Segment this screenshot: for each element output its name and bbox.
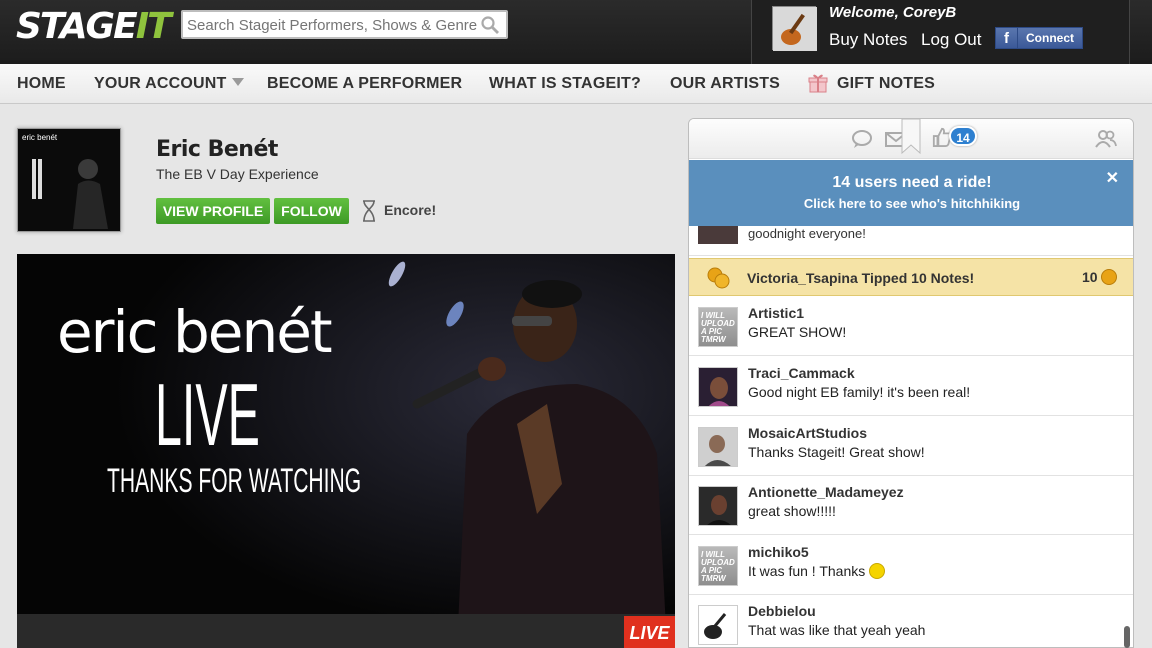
chat-message-text: Good night EB family! it's been real!: [748, 384, 971, 400]
chat-message-text: great show!!!!!: [748, 503, 836, 519]
chat-message-text: goodnight everyone!: [748, 226, 866, 241]
chat-message: Antionette_Madameyez great show!!!!!: [689, 476, 1133, 535]
user-panel: Welcome, CoreyB Buy Notes Log Out f Conn…: [751, 0, 1130, 64]
main-nav: HOME YOUR ACCOUNT BECOME A PERFORMER WHA…: [0, 64, 1152, 104]
chat-tabs: 14: [689, 119, 1133, 159]
avatar[interactable]: [698, 367, 738, 407]
search-box[interactable]: [181, 10, 508, 39]
facebook-icon: f: [996, 28, 1018, 48]
video-live-text: LIVE: [155, 365, 260, 464]
search-input[interactable]: [187, 15, 477, 35]
chat-message: I WILL UPLOAD A PIC TMRW michiko5 It was…: [689, 536, 1133, 595]
chevron-down-icon: [232, 78, 245, 86]
tip-amount: 10: [1082, 269, 1098, 285]
chat-scrollbar[interactable]: [1124, 626, 1130, 648]
users-icon[interactable]: [1095, 129, 1117, 149]
video-control-bar[interactable]: [17, 614, 675, 648]
show-title: The EB V Day Experience: [156, 166, 319, 182]
chat-message: Debbielou That was like that yeah yeah: [689, 595, 1133, 647]
chat-username[interactable]: MosaicArtStudios: [748, 425, 867, 441]
buy-notes-link[interactable]: Buy Notes: [829, 30, 907, 50]
banner-title: 14 users need a ride!: [832, 174, 992, 191]
chat-message-text: GREAT SHOW!: [748, 324, 847, 340]
chat-username[interactable]: michiko5: [748, 544, 809, 560]
performer-name: Eric Benét: [156, 137, 278, 162]
album-art[interactable]: eric benét: [17, 128, 121, 232]
gift-icon[interactable]: [808, 73, 828, 93]
chat-message: Traci_Cammack Good night EB family! it's…: [689, 357, 1133, 416]
coins-icon: [707, 267, 730, 289]
nav-home[interactable]: HOME: [17, 75, 66, 93]
nav-what-is-stageit[interactable]: WHAT IS STAGEIT?: [489, 75, 641, 93]
nav-become-performer[interactable]: BECOME A PERFORMER: [267, 75, 462, 93]
user-photo: [699, 368, 737, 406]
video-player[interactable]: eric benét LIVE THANKS FOR WATCHING LIVE: [17, 254, 675, 648]
chat-message-text: It was fun ! Thanks: [748, 563, 886, 579]
video-thanks-text: THANKS FOR WATCHING: [107, 462, 362, 500]
facebook-connect-button[interactable]: f Connect: [995, 27, 1083, 49]
chat-message: MosaicArtStudios Thanks Stageit! Great s…: [689, 417, 1133, 476]
follow-button[interactable]: FOLLOW: [274, 198, 349, 224]
bookmark-icon[interactable]: [901, 119, 921, 155]
chat-message-text: Thanks Stageit! Great show!: [748, 444, 925, 460]
chat-message-partial: goodnight everyone!: [689, 226, 1133, 256]
search-icon[interactable]: [480, 15, 500, 35]
avatar[interactable]: I WILL UPLOAD A PIC TMRW: [698, 307, 738, 347]
avatar[interactable]: [698, 427, 738, 467]
chat-panel: 14 14 users need a ride! Click here to s…: [688, 118, 1134, 648]
guitar-icon: [699, 606, 737, 644]
tip-notification: Victoria_Tsapina Tipped 10 Notes! 10: [689, 258, 1133, 296]
chat-username[interactable]: Antionette_Madameyez: [748, 484, 904, 500]
avatar[interactable]: [698, 605, 738, 645]
encore-label[interactable]: Encore!: [384, 202, 436, 218]
facebook-connect-label: Connect: [1026, 31, 1074, 45]
chat-username[interactable]: Artistic1: [748, 305, 804, 321]
nav-gift-notes[interactable]: GIFT NOTES: [837, 75, 935, 93]
stageit-logo[interactable]: STAGEIT: [16, 6, 172, 47]
top-bar: STAGEIT Welcome, CoreyB Buy Notes Log Ou…: [0, 0, 1152, 64]
hitchhike-banner[interactable]: 14 users need a ride! Click here to see …: [689, 160, 1133, 226]
avatar[interactable]: I WILL UPLOAD A PIC TMRW: [698, 546, 738, 586]
hourglass-icon: [363, 200, 375, 222]
like-count-badge: 14: [949, 126, 977, 146]
chat-message-text: That was like that yeah yeah: [748, 622, 926, 638]
chat-bubble-icon[interactable]: [851, 129, 873, 149]
log-out-link[interactable]: Log Out: [921, 30, 982, 50]
nav-our-artists[interactable]: OUR ARTISTS: [670, 75, 780, 93]
view-profile-button[interactable]: VIEW PROFILE: [156, 198, 270, 224]
guitar-avatar-icon: [773, 7, 817, 51]
close-icon[interactable]: ✕: [1106, 168, 1119, 188]
banner-subtitle[interactable]: Click here to see who's hitchhiking: [689, 196, 1133, 211]
album-art-image: [18, 129, 120, 231]
chat-message: I WILL UPLOAD A PIC TMRW Artistic1 GREAT…: [689, 297, 1133, 356]
nav-your-account[interactable]: YOUR ACCOUNT: [94, 75, 245, 93]
smiley-icon: [869, 563, 886, 579]
coin-icon: [1101, 269, 1117, 285]
user-photo: [699, 487, 737, 525]
avatar[interactable]: [698, 486, 738, 526]
video-title-text: eric benét: [57, 298, 333, 366]
chat-username[interactable]: Traci_Cammack: [748, 365, 855, 381]
live-badge: LIVE: [624, 616, 675, 648]
welcome-text: Welcome, CoreyB: [829, 4, 957, 21]
user-avatar[interactable]: [772, 6, 817, 51]
chat-username[interactable]: Debbielou: [748, 603, 816, 619]
avatar: [698, 226, 738, 244]
user-photo: [699, 428, 737, 466]
album-art-label: eric benét: [22, 133, 58, 142]
tip-text: Victoria_Tsapina Tipped 10 Notes!: [747, 270, 975, 286]
